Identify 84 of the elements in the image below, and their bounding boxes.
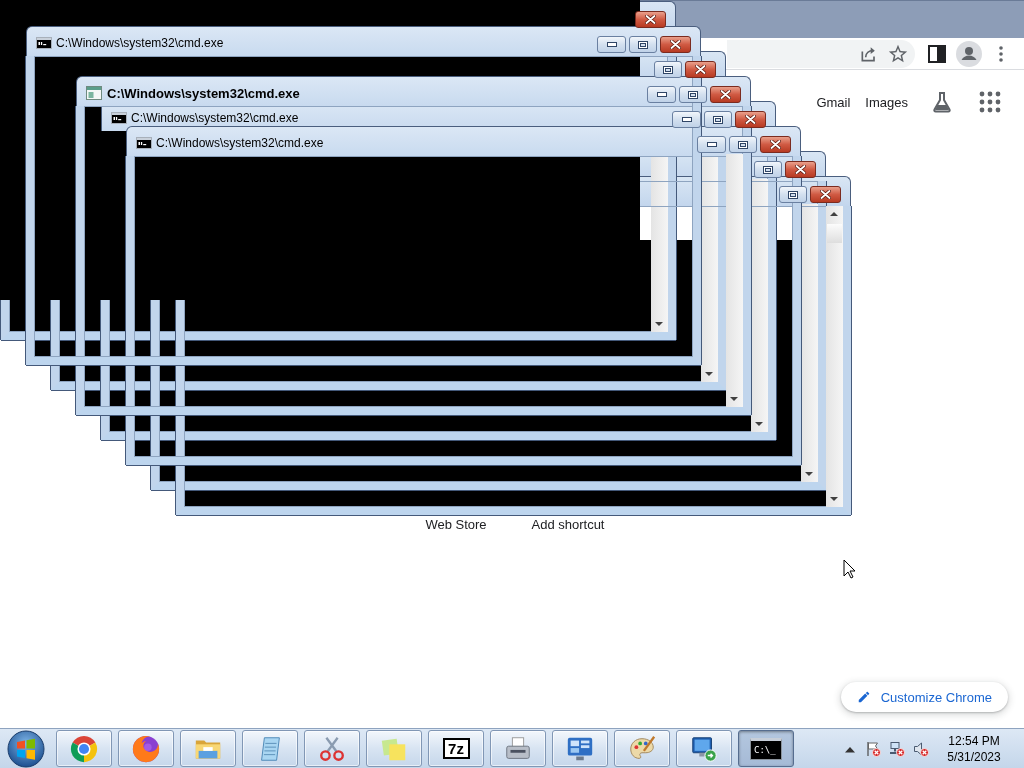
close-button[interactable] — [735, 111, 766, 128]
minimize-button[interactable] — [672, 111, 701, 128]
flag-alert-icon[interactable] — [865, 740, 881, 757]
mouse-pointer-icon — [843, 559, 856, 579]
taskbar-button[interactable] — [242, 730, 298, 767]
close-icon — [670, 40, 681, 49]
close-button[interactable] — [810, 186, 841, 203]
window-title: C:\Windows\system32\cmd.exe — [107, 85, 300, 101]
taskbar-button[interactable] — [304, 730, 360, 767]
maximize-button[interactable] — [779, 186, 807, 203]
maximize-icon — [738, 140, 748, 149]
maximize-button[interactable] — [654, 61, 682, 78]
close-button[interactable] — [660, 36, 691, 53]
close-button[interactable] — [710, 86, 741, 103]
close-button[interactable] — [685, 61, 716, 78]
console-icon — [136, 137, 152, 149]
pencil-icon — [856, 690, 871, 704]
maximize-icon — [688, 90, 698, 99]
close-icon — [695, 65, 706, 74]
maximize-button[interactable] — [629, 36, 657, 53]
maximize-icon — [713, 115, 723, 124]
start-orb-icon — [7, 729, 45, 768]
minimize-icon — [656, 92, 667, 97]
flask-icon[interactable] — [930, 90, 954, 114]
window-title: C:\Windows\system32\cmd.exe — [56, 36, 224, 50]
archive-icon: 7z — [442, 738, 470, 759]
profile-avatar-icon[interactable] — [956, 40, 982, 67]
minimize-button[interactable] — [697, 136, 726, 153]
maximize-button[interactable] — [729, 136, 757, 153]
taskbar-button[interactable] — [490, 730, 546, 767]
close-icon — [770, 140, 781, 149]
maximize-icon — [763, 165, 773, 174]
clock-time[interactable]: 12:54 PM — [948, 732, 1000, 749]
taskbar-button[interactable] — [56, 730, 112, 767]
maximize-button[interactable] — [704, 111, 732, 128]
taskbar-button[interactable] — [614, 730, 670, 767]
maximize-icon — [638, 40, 648, 49]
window-title: C:\Windows\system32\cmd.exe — [156, 136, 324, 150]
minimize-button[interactable] — [597, 36, 626, 53]
address-bar[interactable] — [727, 39, 915, 68]
close-icon — [795, 165, 806, 174]
minimize-button[interactable] — [647, 86, 676, 103]
console-icon: C:\_ — [750, 737, 782, 760]
console-icon — [111, 112, 127, 124]
console-icon — [36, 37, 52, 49]
menu-icon[interactable] — [999, 45, 1003, 62]
taskbar-button[interactable] — [676, 730, 732, 767]
side-panel-icon[interactable] — [928, 44, 946, 63]
network-disconnected-icon[interactable] — [889, 740, 905, 757]
scrollbar[interactable] — [726, 154, 743, 407]
window-icon — [86, 86, 102, 100]
close-icon — [820, 190, 831, 199]
apps-grid-icon[interactable] — [978, 90, 1002, 114]
taskbar-button[interactable] — [118, 730, 174, 767]
customize-button[interactable]: Customize Chrome — [840, 682, 1008, 712]
taskbar-button[interactable]: C:\_ — [738, 730, 794, 767]
close-button[interactable] — [635, 11, 666, 28]
clock-date[interactable]: 5/31/2023 — [947, 748, 1001, 765]
globe-icon — [131, 733, 161, 764]
taskbar-button[interactable] — [180, 730, 236, 767]
maximize-icon — [788, 190, 798, 199]
shortcut-label[interactable]: Web Store — [400, 517, 512, 532]
scrollbar[interactable] — [651, 157, 668, 332]
scrollbar[interactable] — [826, 206, 843, 507]
taskbar-button[interactable] — [552, 730, 608, 767]
speaker-muted-icon[interactable] — [913, 740, 929, 757]
header-link[interactable]: Images — [865, 94, 908, 110]
minimize-icon — [706, 142, 717, 147]
shortcut-label[interactable]: Add shortcut — [512, 517, 624, 532]
maximize-button[interactable] — [679, 86, 707, 103]
close-button[interactable] — [760, 136, 791, 153]
close-button[interactable] — [785, 161, 816, 178]
minimize-icon — [681, 117, 692, 122]
minimize-icon — [606, 42, 617, 47]
taskbar-button[interactable] — [366, 730, 422, 767]
window-title: C:\Windows\system32\cmd.exe — [131, 111, 299, 125]
header-link[interactable]: Gmail — [816, 94, 851, 110]
browser-icon — [69, 733, 99, 764]
maximize-icon — [663, 65, 673, 74]
close-icon — [645, 15, 656, 24]
close-icon — [745, 115, 756, 124]
maximize-button[interactable] — [754, 161, 782, 178]
taskbar-button[interactable]: 7z — [428, 730, 484, 767]
close-icon — [720, 90, 731, 99]
